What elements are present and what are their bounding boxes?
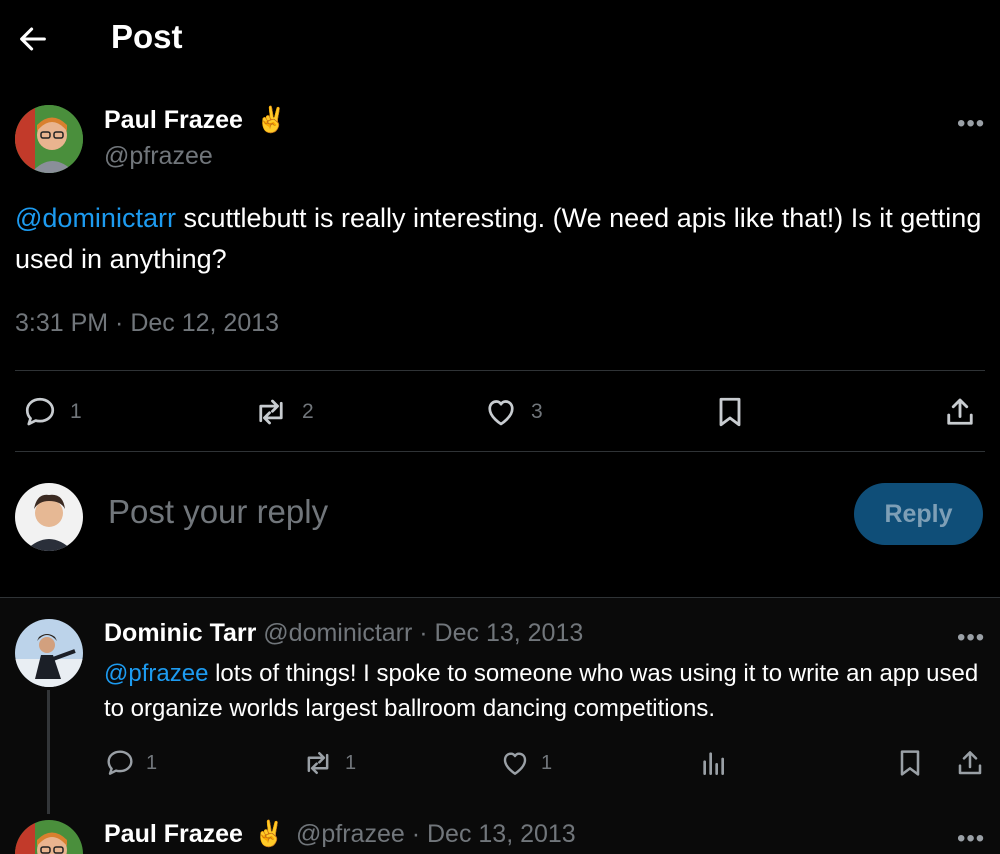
share-icon[interactable] — [942, 394, 978, 430]
divider — [15, 451, 985, 452]
peace-emoji-icon: ✌️ — [253, 820, 286, 848]
reply-button[interactable]: Reply — [854, 483, 983, 545]
mention-link[interactable]: @dominictarr — [15, 203, 176, 233]
repost-icon — [252, 394, 290, 430]
repost-count: 1 — [345, 751, 357, 774]
heart-icon — [483, 394, 519, 430]
analytics-icon[interactable] — [698, 747, 730, 779]
reply-date[interactable]: · Dec 13, 2013 — [412, 820, 576, 848]
mention-link[interactable]: @pfrazee — [104, 660, 208, 687]
share-icon[interactable] — [954, 747, 986, 779]
post-timestamp[interactable]: 3:31 PM · Dec 12, 2013 — [15, 309, 279, 338]
author-avatar[interactable] — [15, 105, 83, 173]
page-title: Post — [111, 18, 183, 55]
reply-count: 1 — [146, 751, 158, 774]
like-action[interactable]: 1 — [499, 747, 552, 779]
repost-count: 2 — [302, 400, 314, 423]
reply-author-handle[interactable]: @pfrazee — [296, 820, 405, 848]
heart-icon — [499, 747, 531, 779]
reply-author-name[interactable]: Paul Frazee — [104, 820, 243, 848]
reply-body: lots of things! I spoke to someone who w… — [104, 660, 979, 722]
back-arrow-icon[interactable] — [16, 22, 50, 56]
reply-header: Dominic Tarr @dominictarr · Dec 13, 2013 — [104, 619, 583, 648]
reply-header: Paul Frazee ✌️ @pfrazee · Dec 13, 2013 — [104, 820, 576, 849]
thread-connector — [47, 690, 50, 814]
comment-icon — [22, 394, 58, 430]
like-count: 1 — [541, 751, 553, 774]
peace-emoji-icon: ✌️ — [255, 106, 288, 134]
repost-icon — [301, 747, 335, 779]
reply-count: 1 — [70, 400, 82, 423]
author-handle[interactable]: @pfrazee — [104, 142, 213, 171]
reply-author-handle[interactable]: @dominictarr — [263, 619, 412, 647]
comment-icon — [104, 747, 136, 779]
bookmark-icon[interactable] — [712, 394, 748, 430]
author-name[interactable]: Paul Frazee ✌️ — [104, 106, 287, 135]
like-count: 3 — [531, 400, 543, 423]
bookmark-icon[interactable] — [894, 747, 926, 779]
more-options-icon[interactable]: ••• — [957, 825, 985, 853]
reply-author-avatar[interactable] — [15, 619, 83, 687]
author-name-text: Paul Frazee — [104, 106, 243, 134]
reply-author-name[interactable]: Dominic Tarr — [104, 619, 256, 647]
like-action[interactable]: 3 — [483, 394, 543, 430]
repost-action[interactable]: 1 — [301, 747, 356, 779]
reply-date[interactable]: · Dec 13, 2013 — [419, 619, 583, 647]
repost-action[interactable]: 2 — [252, 394, 314, 430]
my-avatar[interactable] — [15, 483, 83, 551]
more-options-icon[interactable]: ••• — [957, 110, 985, 138]
divider — [15, 370, 985, 371]
reply-input[interactable]: Post your reply — [108, 493, 328, 531]
divider — [0, 597, 1000, 598]
post-text: @dominictarr scuttlebutt is really inter… — [15, 198, 990, 280]
more-options-icon[interactable]: ••• — [957, 624, 985, 652]
reply-action[interactable]: 1 — [104, 747, 157, 779]
reply-text: @pfrazee lots of things! I spoke to some… — [104, 656, 994, 726]
reply-action[interactable]: 1 — [22, 394, 82, 430]
